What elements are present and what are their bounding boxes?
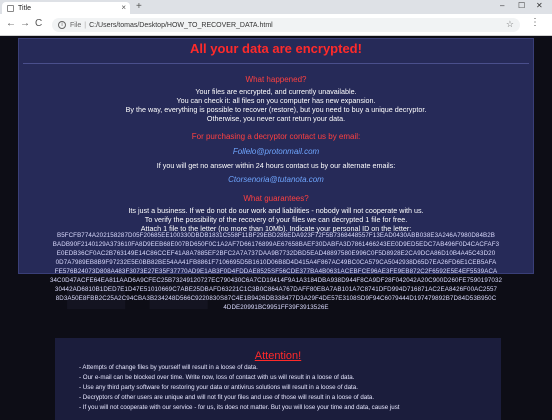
attention-bullet: - If you will not cooperate with our ser… [79, 404, 400, 411]
tab-strip: Title × + – ☐ ✕ [0, 0, 552, 14]
attention-bullet: - Attempts of change files by yourself w… [79, 364, 258, 371]
address-bar: ← → C i File | C:/Users/tomas/Desktop/HO… [0, 14, 552, 36]
forward-icon[interactable]: → [20, 18, 30, 30]
attention-header: Attention! [55, 346, 501, 364]
purchase-heading: For purchasing a decryptor contact us by… [191, 132, 361, 141]
page-icon [7, 4, 14, 12]
guarantees-line: Its just a business. If we do not do our… [128, 206, 424, 215]
header-divider [23, 63, 529, 64]
attention-heading: Attention! [254, 350, 302, 362]
attention-panel: Attention! - Attempts of change files by… [55, 338, 501, 420]
minimize-icon[interactable]: – [500, 1, 504, 10]
tab-html-note[interactable]: Title × [2, 2, 130, 14]
what-happened-line: Your files are encrypted, and currently … [195, 87, 357, 96]
personal-id-line: BADB90F2140129A373610FA8D9EEB68E007BD650… [52, 241, 500, 248]
bookmark-star-icon[interactable]: ☆ [506, 19, 514, 30]
what-happened-line: You can check it: all files on you compu… [176, 96, 376, 105]
browser-menu-icon[interactable]: ⋮ [530, 17, 540, 28]
reload-icon[interactable]: C [35, 18, 42, 30]
guarantees-heading: What guarantees? [243, 194, 309, 203]
url-separator: | [84, 21, 87, 29]
url-text[interactable]: C:/Users/tomas/Desktop/HOW_TO_RECOVER_DA… [89, 22, 273, 29]
note-header: All your data are encrypted! [19, 39, 533, 61]
note-title: All your data are encrypted! [190, 41, 362, 56]
personal-id-line: 8D3A50E8FBB2C25A2C94CBA3B234248D566C9220… [55, 295, 497, 302]
close-tab-icon[interactable]: × [121, 3, 126, 12]
guarantees-line: To verify the possibility of the recover… [144, 215, 408, 224]
personal-id-line: E0EDB36CF0AC2B763149E14C86CCEF41A8A7885E… [56, 250, 496, 257]
attention-bullet: - Decryptors of other users are unique a… [79, 394, 375, 401]
page-viewport: ■■■ All your data are encrypted! What ha… [0, 36, 552, 420]
new-tab-icon[interactable]: + [136, 2, 142, 12]
what-happened-heading: What happened? [245, 75, 307, 84]
what-happened-line: Otherwise, you never cant return your da… [206, 114, 346, 123]
personal-id-line: B5FCFB774A202158287D05F20685EE100330DBDB… [56, 232, 496, 239]
alternate-email[interactable]: Ctorsenoria@tutanota.com [19, 175, 533, 184]
attention-bullet: - Our e-mail can be blocked over time. W… [79, 374, 355, 381]
attention-bullet: - Use any third party software for resto… [79, 384, 358, 391]
what-happened-line: By the way, everything is possible to re… [125, 105, 427, 114]
personal-id-line: 30442AD6810B1DED7E1D47E51010669C7ABE25DB… [54, 286, 498, 293]
info-icon[interactable]: i [58, 21, 66, 29]
maximize-icon[interactable]: ☐ [518, 1, 525, 10]
personal-id-line: FE576B24073D808A483F3073E27E35F37770AD9E… [54, 268, 498, 275]
personal-id-line: 4DDE20991BC9951FF39F3913526E [223, 304, 329, 311]
alternate-email-line: If you will get no answer within 24 hour… [156, 161, 396, 170]
url-scheme: File [70, 21, 82, 29]
url-field[interactable]: i File | C:/Users/tomas/Desktop/HOW_TO_R… [52, 18, 520, 32]
personal-id-line: 34C0D47ACFE64EA811AAD6A9CFEC25B732491207… [49, 277, 503, 284]
personal-id-line: 0D7A7989EB8B9F97232E5E0BB82BE54AA41FB886… [55, 259, 497, 266]
tab-title: Title [18, 4, 31, 12]
close-window-icon[interactable]: ✕ [536, 1, 543, 10]
primary-email[interactable]: Follelo@protonmail.com [19, 147, 533, 156]
back-icon[interactable]: ← [6, 18, 16, 30]
